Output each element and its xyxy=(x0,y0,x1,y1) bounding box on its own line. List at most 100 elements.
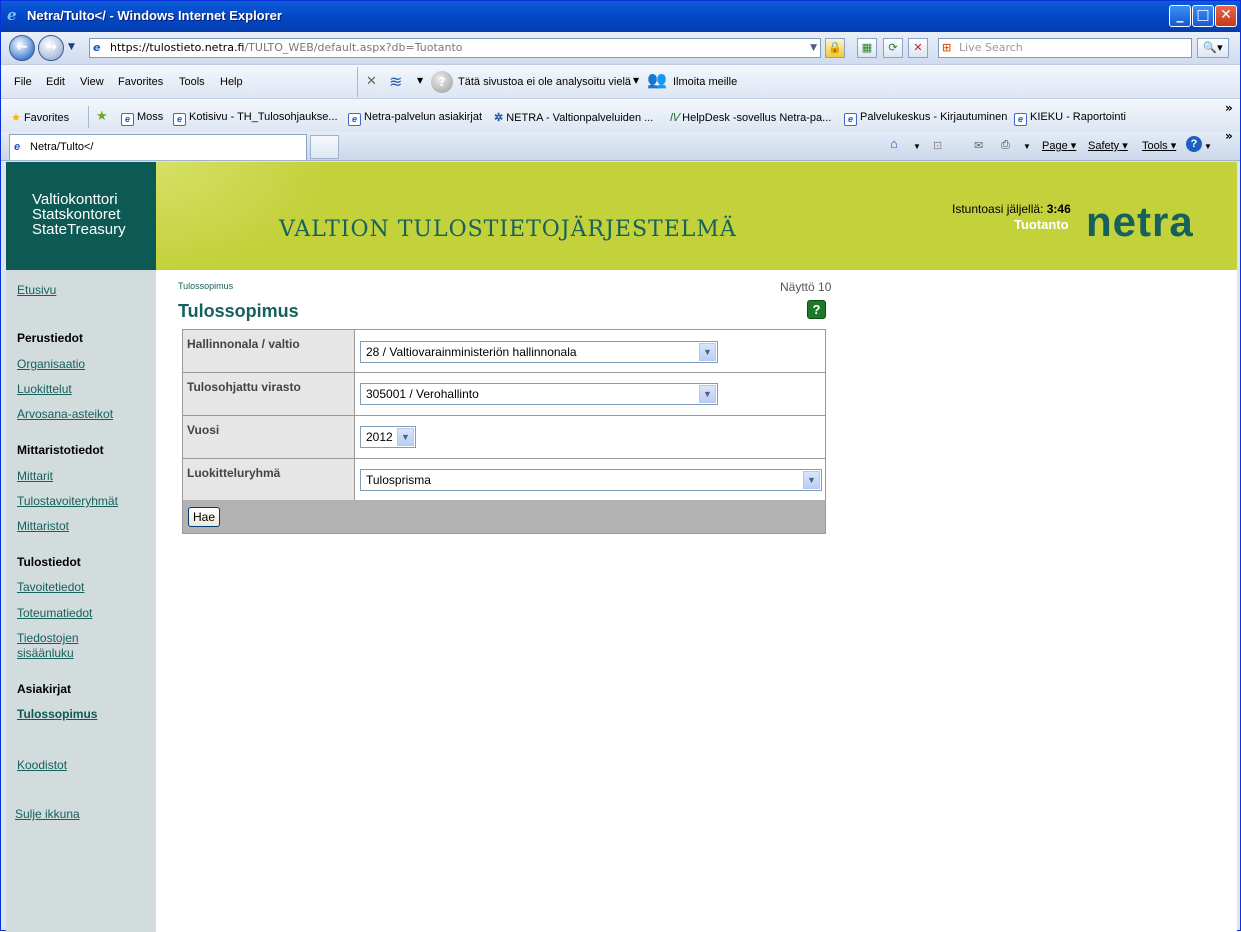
ie-page-icon: e xyxy=(173,113,186,126)
close-button[interactable]: ✕ xyxy=(1215,5,1237,27)
forward-button[interactable]: → xyxy=(38,35,64,61)
hae-button[interactable]: Hae xyxy=(188,507,220,527)
sidebar-item-etusivu[interactable]: Etusivu xyxy=(17,283,56,297)
netra-logo: netra xyxy=(1086,198,1194,245)
sidebar-item-toteumatiedot[interactable]: Toteumatiedot xyxy=(17,606,92,620)
favorites-divider xyxy=(88,106,89,128)
hallinnonala-label: Hallinnonala / valtio xyxy=(183,330,355,372)
ie-page-icon: e xyxy=(348,113,361,126)
favorite-item[interactable]: e Palvelukeskus - Kirjautuminen xyxy=(844,111,1007,126)
browser-window: e Netra/Tulto</ - Windows Internet Explo… xyxy=(0,0,1241,932)
menu-help[interactable]: Help xyxy=(220,76,243,88)
sidebar-item-tulostavoite[interactable]: Tulostavoiteryhmät xyxy=(17,494,118,508)
page-icon: e xyxy=(93,41,101,54)
form-row: Vuosi 2012 ▼ xyxy=(183,416,825,459)
favorite-item[interactable]: ✲ NETRA - Valtionpalveluiden ... xyxy=(494,111,653,124)
back-button[interactable]: ← xyxy=(9,35,35,61)
sidebar-heading-tulostiedot: Tulostiedot xyxy=(17,555,81,569)
signal-icon[interactable]: ≋ xyxy=(389,72,402,91)
home-dropdown-icon[interactable]: ▼ xyxy=(913,142,921,151)
virasto-select[interactable]: 305001 / Verohallinto ▼ xyxy=(360,383,718,405)
sidebar-item-organisaatio[interactable]: Organisaatio xyxy=(17,357,85,371)
favorites-overflow-icon[interactable]: » xyxy=(1225,101,1233,115)
history-dropdown-icon[interactable]: ▼ xyxy=(68,42,75,52)
tools-menu[interactable]: Tools ▾ xyxy=(1142,139,1176,152)
ie-page-icon: e xyxy=(1014,113,1027,126)
form-row: Hallinnonala / valtio 28 / Valtiovarainm… xyxy=(183,330,825,373)
menu-edit[interactable]: Edit xyxy=(46,76,65,88)
lock-icon[interactable]: 🔒 xyxy=(825,38,845,58)
command-overflow-icon[interactable]: » xyxy=(1225,129,1233,143)
vuosi-select[interactable]: 2012 ▼ xyxy=(360,426,416,448)
compatibility-icon[interactable]: ▦ xyxy=(857,38,877,58)
sidebar: Etusivu Perustiedot Organisaatio Luokitt… xyxy=(6,270,156,932)
favorite-item[interactable]: Ⅳ HelpDesk -sovellus Netra-pa... xyxy=(669,111,831,124)
page-content: Valtiokonttori Statskontoret StateTreasu… xyxy=(6,162,1237,932)
tab-active[interactable]: e Netra/Tulto</ xyxy=(9,134,307,160)
analysis-dropdown-icon[interactable]: ▼ xyxy=(633,76,639,85)
environment-label: Tuotanto xyxy=(1014,217,1069,232)
favorites-bar: ★ Favorites ★ e Moss e Kotisivu - TH_Tulos… xyxy=(1,98,1240,132)
address-dropdown-icon[interactable]: ▼ xyxy=(810,39,817,57)
search-input[interactable]: ⊞ Live Search xyxy=(938,38,1192,58)
sidebar-item-luokittelut[interactable]: Luokittelut xyxy=(17,382,72,396)
feeds-icon[interactable]: ⊡ xyxy=(933,139,942,152)
sidebar-heading-perustiedot: Perustiedot xyxy=(17,331,84,345)
sidebar-item-tiedostojen[interactable]: Tiedostojen sisäänluku xyxy=(17,631,79,661)
analysis-status[interactable]: Tätä sivustoa ei ole analysoitu vielä xyxy=(458,76,631,88)
page-title: Tulossopimus xyxy=(178,301,299,321)
menu-favorites[interactable]: Favorites xyxy=(118,76,163,88)
sidebar-item-mittaristot[interactable]: Mittaristot xyxy=(17,519,69,533)
signal-dropdown-icon[interactable]: ▼ xyxy=(417,76,423,85)
toolbar-divider xyxy=(357,67,358,97)
print-icon[interactable]: ⎙ xyxy=(1001,139,1010,152)
breadcrumb: Tulossopimus xyxy=(178,281,234,291)
form-footer: Hae xyxy=(183,500,825,533)
favorites-button[interactable]: ★ Favorites xyxy=(11,111,69,124)
session-timer: Istuntoasi jäljellä: 3:46 xyxy=(952,202,1071,216)
print-dropdown-icon[interactable]: ▼ xyxy=(1023,142,1031,151)
minimize-button[interactable]: _ xyxy=(1169,5,1191,27)
sidebar-item-mittarit[interactable]: Mittarit xyxy=(17,469,53,483)
address-bar[interactable]: e https://tulostieto.netra.fi/TULTO_WEB/… xyxy=(89,38,821,58)
menu-tools[interactable]: Tools xyxy=(179,76,205,88)
help-dropdown-icon[interactable]: ▼ xyxy=(1204,142,1212,151)
home-icon[interactable]: ⌂ xyxy=(890,136,898,151)
helpdesk-icon: Ⅳ xyxy=(669,112,680,124)
form-row: Tulosohjattu virasto 305001 / Verohallin… xyxy=(183,373,825,416)
ie-page-icon: e xyxy=(14,141,21,153)
safety-menu[interactable]: Safety ▾ xyxy=(1088,139,1128,152)
favorite-item[interactable]: e KIEKU - Raportointi xyxy=(1014,111,1126,126)
favorite-item[interactable]: e Netra-palvelun asiakirjat xyxy=(348,111,482,126)
luokittelu-select[interactable]: Tulosprisma ▼ xyxy=(360,469,822,491)
org-name-en: StateTreasury xyxy=(32,221,126,238)
menu-view[interactable]: View xyxy=(80,76,104,88)
sidebar-item-arvosana[interactable]: Arvosana-asteikot xyxy=(17,407,113,421)
banner-decoration xyxy=(156,162,326,270)
question-icon[interactable]: ? xyxy=(431,71,453,93)
menu-file[interactable]: File xyxy=(14,76,32,88)
page-menu[interactable]: Page ▾ xyxy=(1042,139,1076,152)
tab-bar: e Netra/Tulto</ » ⌂ ▼ ⊡ ✉ ⎙ ▼ Page ▾ Saf… xyxy=(1,129,1240,161)
report-link[interactable]: Ilmoita meille xyxy=(673,76,737,88)
toolbar-close-icon[interactable]: ✕ xyxy=(366,74,377,89)
users-icon[interactable]: 👥 xyxy=(647,70,667,89)
search-button[interactable]: 🔍▾ xyxy=(1197,38,1229,58)
stop-icon[interactable]: ✕ xyxy=(908,38,928,58)
new-tab-button[interactable] xyxy=(310,135,339,159)
chevron-down-icon: ▼ xyxy=(803,471,820,489)
add-favorite-icon[interactable]: ★ xyxy=(96,109,108,124)
favorite-item[interactable]: e Moss xyxy=(121,111,163,126)
help-icon[interactable]: ? xyxy=(1186,136,1202,152)
sidebar-item-tulossopimus[interactable]: Tulossopimus xyxy=(17,707,97,721)
sidebar-item-tavoitetiedot[interactable]: Tavoitetiedot xyxy=(17,580,84,594)
hallinnonala-select[interactable]: 28 / Valtiovarainministeriön hallinnonal… xyxy=(360,341,718,363)
close-window-link[interactable]: Sulje ikkuna xyxy=(15,807,80,821)
mail-icon[interactable]: ✉ xyxy=(974,139,983,152)
help-button[interactable]: ? xyxy=(807,300,826,319)
form-row: Luokitteluryhmä Tulosprisma ▼ xyxy=(183,459,825,500)
favorite-item[interactable]: e Kotisivu - TH_Tulosohjaukse... xyxy=(173,111,338,126)
sidebar-item-koodistot[interactable]: Koodistot xyxy=(17,758,67,772)
maximize-button[interactable]: □ xyxy=(1192,5,1214,27)
refresh-icon[interactable]: ⟳ xyxy=(883,38,903,58)
